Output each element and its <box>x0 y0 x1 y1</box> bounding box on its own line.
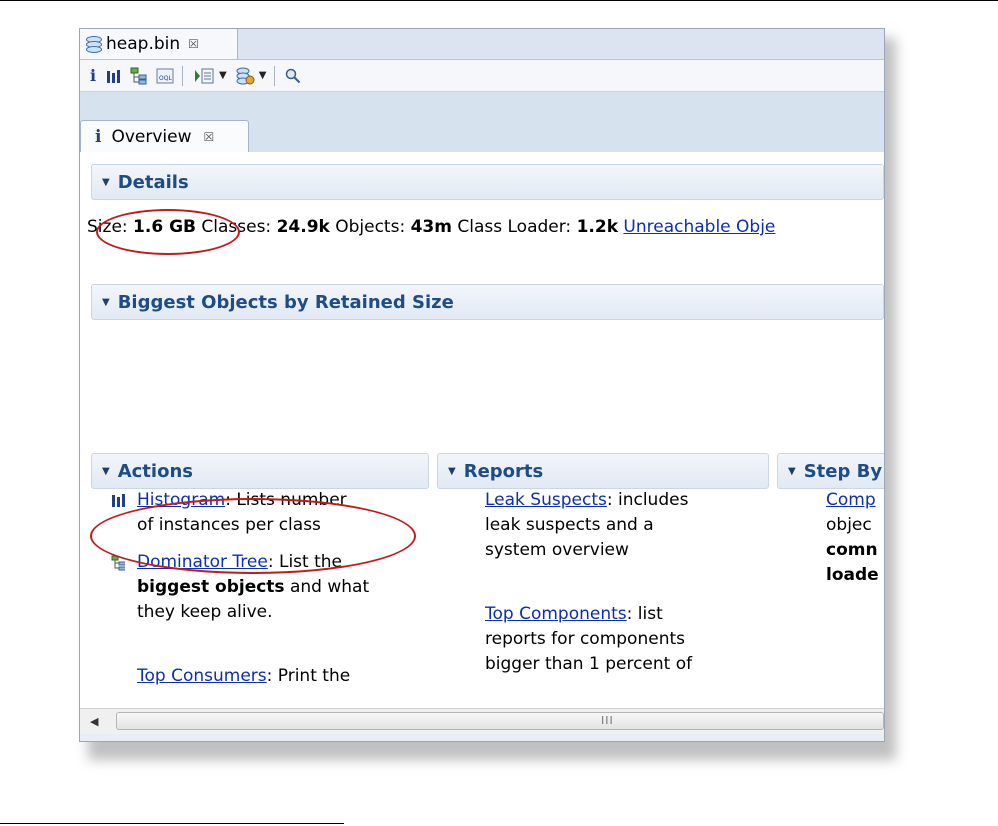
classes-value: 24.9k <box>276 217 330 237</box>
class-loader-label: Class Loader: <box>457 217 572 237</box>
leak-suspects-description-2: leak suspects and a <box>485 515 654 535</box>
biggest-objects-title: Biggest Objects by Retained Size <box>117 291 454 313</box>
heap-dump-editor-window: heap.bin ☒ i OQL ▼ ▼ i Overview ☒ ▼ Deta… <box>79 28 885 742</box>
toolbar: i OQL ▼ ▼ <box>80 60 884 92</box>
list-item: Leak Suspects: includes leak suspects an… <box>485 488 775 563</box>
top-rule <box>0 0 998 1</box>
view-tab-bar: i Overview ☒ <box>80 92 884 153</box>
histogram-highlight-annotation <box>90 498 416 574</box>
info-icon: i <box>95 127 102 147</box>
component-report-link[interactable]: Comp <box>826 490 876 510</box>
list-item: Top Components: list reports for compone… <box>485 602 775 677</box>
collapse-icon[interactable]: ▼ <box>102 297 110 308</box>
reports-section-header[interactable]: ▼ Reports <box>437 453 769 489</box>
toolbar-separator <box>182 65 183 86</box>
class-loader-value: 1.2k <box>576 217 618 237</box>
top-components-description-2: reports for components <box>485 629 685 649</box>
actions-section-header[interactable]: ▼ Actions <box>91 453 429 489</box>
leak-suspects-description: : includes <box>606 490 689 510</box>
dominator-description-2: and what <box>284 577 370 597</box>
run-report-dropdown[interactable]: ▼ <box>219 70 227 81</box>
tab-overview-label: Overview <box>111 127 192 147</box>
histogram-icon[interactable] <box>106 66 122 86</box>
biggest-objects-section-header[interactable]: ▼ Biggest Objects by Retained Size <box>91 284 884 320</box>
tab-overview[interactable]: i Overview ☒ <box>80 120 249 153</box>
objects-value: 43m <box>410 217 452 237</box>
size-highlight-annotation <box>96 209 240 255</box>
dominator-tree-icon[interactable] <box>130 66 148 86</box>
editor-tab-bar: heap.bin ☒ <box>80 29 884 60</box>
collapse-icon[interactable]: ▼ <box>788 466 796 477</box>
dominator-description-3: they keep alive. <box>137 602 273 622</box>
heap-dump-overview-icon[interactable] <box>235 66 255 86</box>
horizontal-scrollbar[interactable]: ◀ III <box>80 708 884 734</box>
collapse-icon[interactable]: ▼ <box>102 177 110 188</box>
actions-title: Actions <box>117 460 193 482</box>
info-icon[interactable]: i <box>88 66 98 86</box>
list-item: Top Consumers: Print the <box>111 664 431 689</box>
top-consumers-description: : Print the <box>266 666 351 686</box>
unreachable-objects-link[interactable]: Unreachable Obje <box>623 217 775 237</box>
top-consumers-link[interactable]: Top Consumers <box>137 666 267 686</box>
heap-dump-dropdown[interactable]: ▼ <box>259 70 267 81</box>
oql-icon[interactable]: OQL <box>156 66 174 86</box>
scrollbar-grip: III <box>601 714 614 727</box>
close-icon[interactable]: ☒ <box>204 130 215 144</box>
step-description-bold-1: comn <box>826 540 878 560</box>
collapse-icon[interactable]: ▼ <box>102 466 110 477</box>
step-by-step-list: Comp objec comn loade <box>826 488 884 588</box>
run-report-icon[interactable] <box>193 66 215 86</box>
step-description-1: objec <box>826 515 872 535</box>
overview-content: ▼ Details Size: 1.6 GB Classes: 24.9k Ob… <box>80 152 884 708</box>
leak-suspects-link[interactable]: Leak Suspects <box>485 490 607 510</box>
dominator-bold-text: biggest objects <box>137 577 285 597</box>
reports-title: Reports <box>463 460 544 482</box>
collapse-icon[interactable]: ▼ <box>448 466 456 477</box>
details-title: Details <box>117 171 189 193</box>
scrollbar-thumb[interactable]: III <box>116 712 884 730</box>
close-icon[interactable]: ☒ <box>188 37 199 51</box>
top-components-link[interactable]: Top Components <box>485 604 627 624</box>
step-by-step-title: Step By <box>803 460 883 482</box>
database-icon <box>86 36 102 53</box>
editor-tab-heap-bin[interactable]: heap.bin ☒ <box>80 29 238 59</box>
editor-tab-label: heap.bin <box>106 34 181 54</box>
details-section-header[interactable]: ▼ Details <box>91 164 884 200</box>
bottom-rule <box>0 823 344 824</box>
step-by-step-section-header[interactable]: ▼ Step By <box>777 453 884 489</box>
top-components-description: : list <box>626 604 663 624</box>
scroll-left-arrow-icon[interactable]: ◀ <box>90 715 98 728</box>
step-description-bold-2: loade <box>826 565 879 585</box>
objects-label: Objects: <box>335 217 406 237</box>
histogram-icon <box>112 494 125 507</box>
search-icon[interactable] <box>285 66 301 86</box>
svg-text:OQL: OQL <box>159 75 172 82</box>
leak-suspects-description-3: system overview <box>485 540 629 560</box>
toolbar-separator <box>274 65 276 86</box>
top-components-description-3: bigger than 1 percent of <box>485 654 693 674</box>
